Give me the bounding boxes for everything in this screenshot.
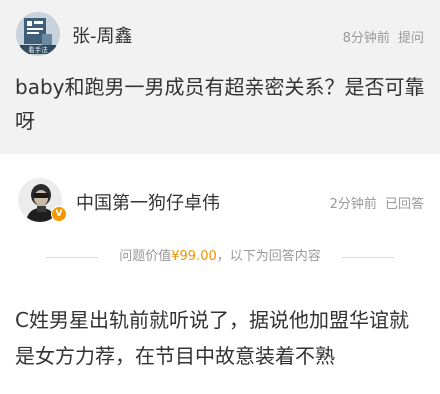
answer-text: C姓男星出轨前就听说了，据说他加盟华谊就是女方力荐，在节目中故意装着不熟: [15, 308, 409, 368]
answer-time: 2分钟前: [329, 197, 377, 212]
answer-meta: 2分钟前 已回答: [330, 193, 424, 212]
question-action: 提问: [397, 31, 424, 46]
verified-badge-icon: V: [51, 206, 67, 222]
question-text: baby和跑男一男成员有超亲密关系？是否可靠呀: [15, 75, 425, 133]
price-divider: 问题价值¥99.00，以下为回答内容: [0, 246, 440, 270]
price-suffix: ，以下为回答内容: [216, 249, 321, 264]
price-prefix: 问题价值: [119, 249, 172, 264]
answer-status: 已回答: [384, 197, 424, 212]
price-value: ¥99.00: [171, 249, 217, 264]
asker-name[interactable]: 张-周鑫: [72, 22, 133, 48]
avatar-caption: 看手法: [28, 45, 48, 54]
asker-avatar[interactable]: 看手法: [16, 12, 60, 56]
divider-rule-left: [46, 257, 98, 258]
question-meta: 8分钟前 提问: [343, 27, 424, 46]
question-time: 8分钟前: [342, 31, 390, 46]
asker-avatar-image: 看手法: [16, 12, 60, 56]
answerer-name[interactable]: 中国第一狗仔卓伟: [76, 189, 220, 215]
question-card: 看手法 张-周鑫 8分钟前 提问 baby和跑男一男成员有超亲密关系？是否可靠呀: [0, 0, 440, 154]
divider-rule-right: [342, 257, 394, 258]
